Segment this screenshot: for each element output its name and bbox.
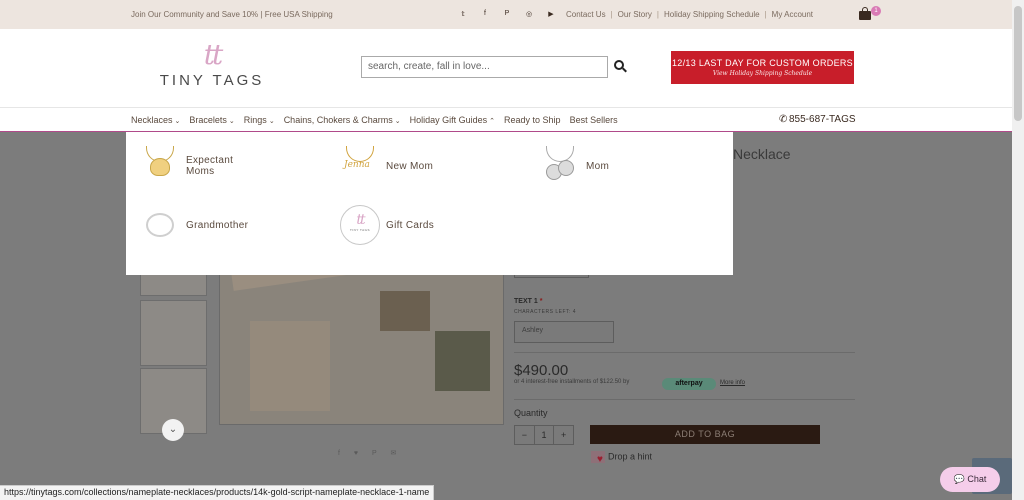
product-title: Necklace bbox=[733, 146, 791, 162]
installments-text: or 4 interest-free installments of $122.… bbox=[514, 379, 630, 385]
nav-item-rings[interactable]: Rings ⌄ bbox=[244, 115, 275, 125]
separator: | bbox=[610, 10, 613, 19]
phone-number[interactable]: ✆ 855-687-TAGS bbox=[779, 114, 856, 125]
quantity-input[interactable]: 1 bbox=[533, 426, 554, 444]
dropdown-item-expectant-moms[interactable]: Expectant Moms bbox=[140, 146, 233, 186]
nav-item-best-sellers[interactable]: Best Sellers bbox=[570, 115, 618, 125]
our-story-link[interactable]: Our Story bbox=[618, 10, 652, 19]
banner-headline: 12/13 LAST DAY FOR CUSTOM ORDERS bbox=[672, 58, 853, 68]
price: $490.00 bbox=[514, 362, 569, 379]
social-links: 𝕥 f P ◎ ▶ bbox=[452, 10, 562, 18]
characters-left: CHARACTERS LEFT: 4 bbox=[514, 309, 577, 315]
chevron-up-icon: ⌃ bbox=[489, 118, 496, 125]
banner-subline: View Holiday Shipping Schedule bbox=[712, 70, 813, 77]
status-bar-url: https://tinytags.com/collections/namepla… bbox=[0, 485, 435, 500]
logo-mark: tt bbox=[203, 38, 224, 71]
search-input[interactable]: search, create, fall in love... bbox=[361, 56, 608, 78]
youtube-icon[interactable]: ▶ bbox=[540, 10, 562, 18]
nav-item-bracelets[interactable]: Bracelets ⌄ bbox=[189, 115, 234, 125]
chevron-down-icon: ⌄ bbox=[174, 118, 181, 125]
gift-icon: ♥ bbox=[591, 451, 605, 465]
add-to-bag-button[interactable]: ADD TO BAG bbox=[590, 425, 820, 444]
quantity-increase-button[interactable]: + bbox=[553, 426, 573, 444]
dropdown-item-gift-cards[interactable]: tt TINY TAGS Gift Cards bbox=[340, 205, 434, 245]
twitter-icon[interactable]: 𝕥 bbox=[452, 10, 474, 18]
scroll-down-button[interactable]: ⌄ bbox=[162, 419, 184, 441]
product-thumbnail[interactable] bbox=[140, 300, 207, 366]
cart-count-badge: 1 bbox=[871, 6, 881, 16]
divider bbox=[514, 399, 855, 400]
divider bbox=[514, 352, 855, 353]
search-icon[interactable] bbox=[614, 60, 628, 74]
separator: | bbox=[764, 10, 767, 19]
bag-body bbox=[859, 11, 871, 20]
logo-text: TINY TAGS bbox=[159, 72, 265, 89]
main-nav: Necklaces ⌄ Bracelets ⌄ Rings ⌄ Chains, Cho… bbox=[0, 107, 1012, 132]
separator: | bbox=[656, 10, 659, 19]
custom-orders-banner[interactable]: 12/13 LAST DAY FOR CUSTOM ORDERS View Ho… bbox=[671, 51, 854, 84]
instagram-icon[interactable]: ◎ bbox=[518, 10, 540, 18]
chevron-down-icon: ⌄ bbox=[268, 118, 275, 125]
tiny-tags-logo[interactable]: tt TINY TAGS bbox=[152, 40, 272, 95]
shopping-bag-icon[interactable] bbox=[858, 7, 872, 20]
text-1-label: TEXT 1 * bbox=[514, 298, 543, 305]
facebook-icon[interactable]: f bbox=[474, 10, 496, 18]
chat-icon: 💬 bbox=[953, 474, 965, 484]
afterpay-badge[interactable]: afterpay bbox=[662, 378, 716, 390]
my-account-link[interactable]: My Account bbox=[772, 10, 813, 19]
nav-item-chains[interactable]: Chains, Chokers & Charms ⌄ bbox=[284, 115, 401, 125]
heart-pendant-image bbox=[140, 146, 180, 186]
bracelet-image bbox=[140, 205, 180, 245]
text-1-input[interactable]: Ashley bbox=[514, 321, 614, 343]
promo-text: Join Our Community and Save 10% | Free U… bbox=[131, 10, 333, 19]
silver-discs-image bbox=[540, 146, 580, 186]
pinterest-icon[interactable]: P bbox=[496, 10, 518, 18]
chat-button[interactable]: 💬 Chat bbox=[940, 467, 1000, 492]
drop-a-hint-link[interactable]: ♥ Drop a hint bbox=[591, 451, 652, 465]
holiday-gift-guides-dropdown: Expectant Moms Jenna New Mom Mom Grandmot… bbox=[126, 132, 733, 275]
quantity-stepper: − 1 + bbox=[514, 425, 574, 445]
utility-links: Contact Us | Our Story | Holiday Shippin… bbox=[566, 10, 813, 19]
nav-item-ready-to-ship[interactable]: Ready to Ship bbox=[504, 115, 561, 125]
top-promo-bar: Join Our Community and Save 10% | Free U… bbox=[0, 0, 1012, 29]
more-info-link[interactable]: More info bbox=[720, 380, 745, 386]
holiday-shipping-link[interactable]: Holiday Shipping Schedule bbox=[664, 10, 760, 19]
share-icons[interactable]: f ♥ P ✉ bbox=[338, 449, 402, 457]
gift-card-logo-image: tt TINY TAGS bbox=[340, 205, 380, 245]
scrollbar-thumb[interactable] bbox=[1014, 6, 1022, 121]
phone-icon: ✆ bbox=[779, 114, 788, 125]
chevron-down-icon: ⌄ bbox=[394, 118, 401, 125]
page-scrollbar[interactable] bbox=[1012, 0, 1024, 500]
quantity-decrease-button[interactable]: − bbox=[515, 426, 534, 444]
contact-us-link[interactable]: Contact Us bbox=[566, 10, 606, 19]
dropdown-item-grandmother[interactable]: Grandmother bbox=[140, 205, 248, 245]
site-header: tt TINY TAGS search, create, fall in lov… bbox=[0, 29, 1012, 107]
nav-item-necklaces[interactable]: Necklaces ⌄ bbox=[131, 115, 180, 125]
dropdown-item-new-mom[interactable]: Jenna New Mom bbox=[340, 146, 433, 186]
dropdown-item-mom[interactable]: Mom bbox=[540, 146, 609, 186]
quantity-label: Quantity bbox=[514, 408, 548, 418]
chevron-down-icon: ⌄ bbox=[228, 118, 235, 125]
nav-item-holiday-gift-guides[interactable]: Holiday Gift Guides ⌃ bbox=[410, 115, 495, 125]
nameplate-image: Jenna bbox=[340, 146, 380, 186]
